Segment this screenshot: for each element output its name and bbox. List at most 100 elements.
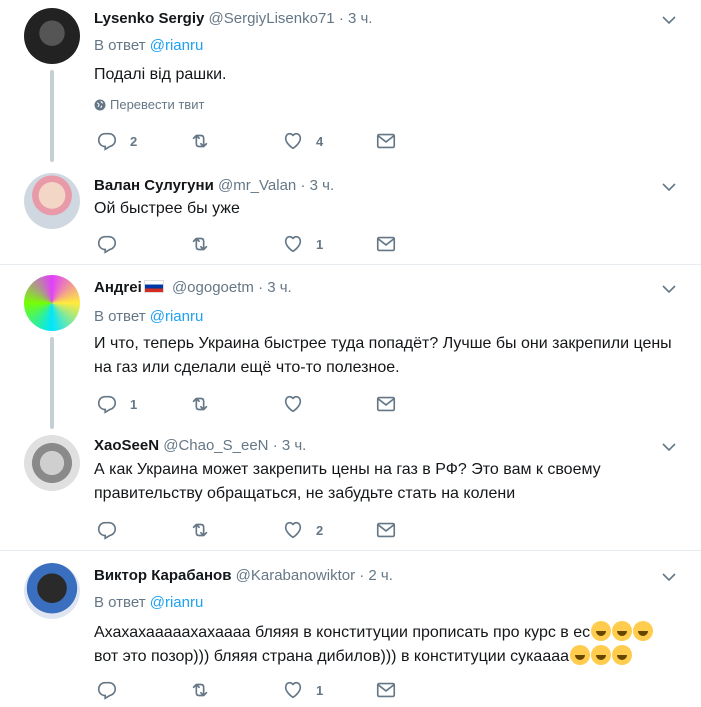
author-handle[interactable]: @Chao_S_eeN: [163, 437, 268, 454]
like-count: 1: [316, 236, 324, 252]
chevron-down-icon[interactable]: [661, 439, 677, 455]
reply-prefix: В ответ: [94, 37, 146, 54]
author-name[interactable]: Андrei: [94, 279, 142, 296]
reply-icon: [96, 679, 118, 701]
reply-button[interactable]: 2: [96, 130, 137, 152]
author-name[interactable]: Lysenko Sergiy: [94, 10, 204, 27]
timestamp[interactable]: 2 ч.: [368, 567, 393, 584]
retweet-button[interactable]: [189, 393, 223, 415]
dm-icon: [375, 393, 397, 415]
rofl-emoji: [612, 621, 633, 641]
dm-icon: [375, 130, 397, 152]
author-name[interactable]: Виктор Карабанов: [94, 567, 231, 584]
retweet-button[interactable]: [189, 519, 223, 541]
tweet-text: Подалі від рашки.: [94, 66, 227, 83]
separator-dot: ·: [258, 279, 264, 296]
thread-line: [50, 337, 54, 429]
dm-button[interactable]: [375, 130, 397, 152]
tweet[interactable]: Андrei @ogogoetm · 3 ч. В ответ @rianru …: [0, 265, 701, 429]
rofl-emoji: [591, 645, 612, 665]
reply-button[interactable]: [96, 233, 130, 255]
reply-context: В ответ @rianru: [94, 37, 203, 54]
retweet-button[interactable]: [189, 130, 223, 152]
dm-icon: [375, 519, 397, 541]
author-handle[interactable]: @Karabanowiktor: [236, 567, 355, 584]
separator-dot: ·: [359, 567, 365, 584]
like-count: 1: [316, 682, 324, 698]
timestamp[interactable]: 3 ч.: [310, 177, 335, 194]
reply-prefix: В ответ: [94, 594, 146, 611]
tweet[interactable]: Lysenko Sergiy @SergiyLisenko71 · 3 ч. В…: [0, 0, 701, 165]
retweet-button[interactable]: [189, 679, 223, 701]
avatar[interactable]: [24, 8, 80, 64]
like-button[interactable]: 1: [282, 233, 323, 255]
tweet-actions: 1: [96, 393, 416, 415]
retweet-icon: [189, 130, 211, 152]
like-icon: [282, 130, 304, 152]
reply-button[interactable]: 1: [96, 393, 137, 415]
tweet-text-line-wrap: вот это позор))) бляяя страна дибилов)))…: [94, 645, 684, 669]
reply-to-link[interactable]: @rianru: [150, 308, 204, 325]
thread-line: [50, 70, 54, 162]
dm-button[interactable]: [375, 679, 397, 701]
tweet-text-line: А как Украина может закрепить цены на га…: [94, 461, 601, 478]
tweet-text-line: правительству обращаться, не забудьте ст…: [94, 485, 516, 502]
tweet[interactable]: XaoSeeN @Chao_S_eeN · 3 ч. А как Украина…: [0, 427, 701, 547]
timestamp[interactable]: 3 ч.: [348, 10, 373, 27]
tweet-header: XaoSeeN @Chao_S_eeN · 3 ч.: [94, 437, 306, 454]
like-button[interactable]: 1: [282, 679, 323, 701]
reply-to-link[interactable]: @rianru: [150, 594, 204, 611]
avatar[interactable]: [24, 435, 80, 491]
tweet-header: Lysenko Sergiy @SergiyLisenko71 · 3 ч.: [94, 10, 372, 27]
retweet-icon: [189, 393, 211, 415]
dm-icon: [375, 679, 397, 701]
author-handle[interactable]: @SergiyLisenko71: [209, 10, 335, 27]
tweet-text-line: вот это позор))) бляяя страна дибилов)))…: [94, 648, 570, 665]
tweet-header: Андrei @ogogoetm · 3 ч.: [94, 279, 292, 296]
reply-to-link[interactable]: @rianru: [150, 37, 204, 54]
like-button[interactable]: 2: [282, 519, 323, 541]
tweet-text-line-wrap: Ахахахааааахахаааа бляяя в конституции п…: [94, 621, 684, 645]
reply-button[interactable]: [96, 679, 130, 701]
reply-count: 2: [130, 133, 138, 149]
tweet-text: А как Украина может закрепить цены на га…: [94, 458, 684, 506]
timestamp[interactable]: 3 ч.: [282, 437, 307, 454]
tweet-text-line: И что, теперь Украина быстрее туда попад…: [94, 335, 672, 352]
reply-prefix: В ответ: [94, 308, 146, 325]
chevron-down-icon[interactable]: [661, 569, 677, 585]
tweet-actions: 1: [96, 233, 416, 255]
retweet-button[interactable]: [189, 233, 223, 255]
tweet[interactable]: Валан Сулугуни @mr_Valan · 3 ч. Ой быстр…: [0, 165, 701, 261]
reply-button[interactable]: [96, 519, 130, 541]
reply-icon: [96, 393, 118, 415]
tweet[interactable]: Виктор Карабанов @Karabanowiktor · 2 ч. …: [0, 551, 701, 707]
avatar[interactable]: [24, 563, 80, 619]
dm-button[interactable]: [375, 519, 397, 541]
rofl-emoji: [612, 645, 633, 665]
translate-link[interactable]: Перевести твит: [94, 97, 204, 112]
dm-button[interactable]: [375, 393, 397, 415]
like-button[interactable]: 4: [282, 130, 323, 152]
rofl-emoji: [591, 621, 612, 641]
timestamp[interactable]: 3 ч.: [267, 279, 292, 296]
author-handle[interactable]: @ogogoetm: [172, 279, 254, 296]
tweet-text: И что, теперь Украина быстрее туда попад…: [94, 332, 684, 380]
tweet-actions: 1: [96, 679, 416, 701]
like-count: 2: [316, 522, 324, 538]
reply-context: В ответ @rianru: [94, 308, 203, 325]
avatar[interactable]: [24, 173, 80, 229]
like-icon: [282, 679, 304, 701]
like-button[interactable]: [282, 393, 316, 415]
author-name[interactable]: Валан Сулугуни: [94, 177, 214, 194]
like-icon: [282, 233, 304, 255]
dm-button[interactable]: [375, 233, 397, 255]
author-name[interactable]: XaoSeeN: [94, 437, 159, 454]
avatar[interactable]: [24, 275, 80, 331]
tweet-text-line: на газ или сделали ещё что-то полезное.: [94, 359, 400, 376]
chevron-down-icon[interactable]: [661, 12, 677, 28]
chevron-down-icon[interactable]: [661, 179, 677, 195]
reply-icon: [96, 519, 118, 541]
chevron-down-icon[interactable]: [661, 281, 677, 297]
author-handle[interactable]: @mr_Valan: [218, 177, 296, 194]
separator-dot: ·: [300, 177, 306, 194]
